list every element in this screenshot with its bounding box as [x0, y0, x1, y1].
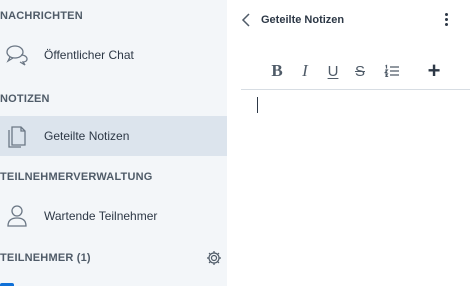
text-caret — [257, 97, 258, 113]
gear-icon[interactable] — [206, 250, 222, 266]
more-options-icon[interactable] — [441, 11, 451, 29]
editor-toolbar: B I U S + — [227, 58, 470, 86]
bold-button[interactable]: B — [269, 58, 285, 84]
add-button[interactable]: + — [425, 58, 443, 84]
sidebar-item-shared-notes[interactable]: Geteilte Notizen — [0, 116, 227, 156]
shared-notes-panel: Geteilte Notizen B I U S + — [227, 0, 470, 286]
sidebar-item-public-chat[interactable]: Öffentlicher Chat — [0, 35, 227, 75]
section-title-user-management: TEILNEHMERVERWALTUNG — [0, 171, 153, 183]
notes-editor[interactable] — [241, 90, 470, 286]
italic-button[interactable]: I — [298, 58, 312, 84]
section-title-participants: TEILNEHMER (1) — [0, 252, 91, 264]
panel-title: Geteilte Notizen — [261, 14, 345, 26]
sidebar-item-label: Öffentlicher Chat — [44, 48, 134, 62]
sidebar-item-label: Geteilte Notizen — [44, 129, 130, 143]
back-icon[interactable] — [240, 11, 254, 29]
section-title-messages: NACHRICHTEN — [0, 10, 83, 22]
sidebar-item-waiting-users[interactable]: Wartende Teilnehmer — [0, 196, 227, 236]
user-icon — [5, 204, 29, 228]
notes-icon — [5, 124, 29, 148]
chat-bubbles-icon — [5, 43, 29, 67]
sidebar: NACHRICHTEN Öffentlicher Chat NOTIZEN Ge… — [0, 0, 227, 286]
underline-button[interactable]: U — [325, 58, 341, 84]
sidebar-item-label: Wartende Teilnehmer — [44, 209, 158, 223]
numbered-list-icon[interactable] — [384, 58, 400, 84]
strikethrough-button[interactable]: S — [352, 58, 368, 84]
section-title-notes: NOTIZEN — [0, 93, 50, 105]
